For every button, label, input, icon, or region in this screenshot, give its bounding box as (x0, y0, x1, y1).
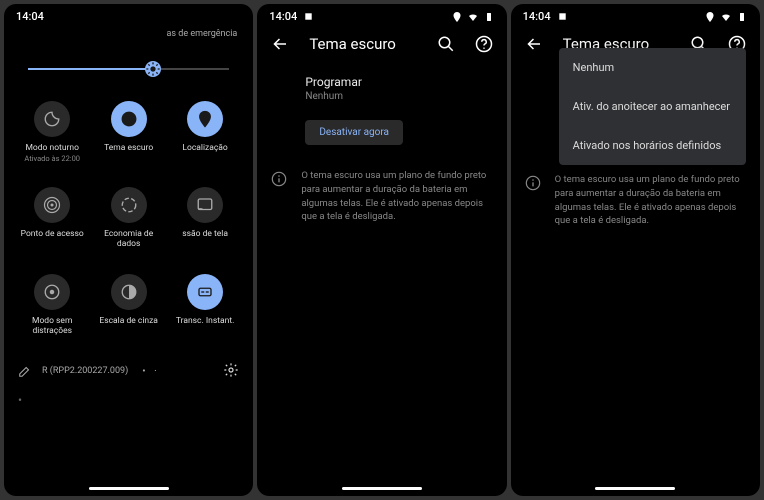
option-none[interactable]: Nenhum (559, 48, 746, 87)
tile-hotspot[interactable]: Ponto de acesso (16, 183, 88, 261)
schedule-dropdown: Nenhum Ativ. do anoitecer ao amanhecer A… (559, 48, 746, 165)
status-bar: 14:04 (4, 4, 253, 25)
back-icon[interactable] (271, 35, 289, 53)
edit-icon[interactable] (18, 364, 32, 378)
tile-data-saver[interactable]: Economia de dados (92, 183, 164, 261)
tile-grayscale[interactable]: Escala de cinza (92, 270, 164, 348)
screenshot-icon (557, 11, 568, 22)
quick-settings-grid: Modo noturno Ativado às 22:00 Tema escur… (4, 97, 253, 348)
info-text: O tema escuro usa um plano de fundo pret… (301, 169, 492, 224)
phone-dark-theme-settings: 14:04 Tema escuro Programar Nenhum Desat… (257, 4, 506, 496)
schedule-value: Nenhum (305, 91, 486, 102)
tile-focus-mode[interactable]: Modo sem distrações (16, 270, 88, 348)
data-saver-icon (120, 196, 138, 214)
tile-night-mode[interactable]: Modo noturno Ativado às 22:00 (16, 97, 88, 175)
phone-quick-settings: 14:04 as de emergência Modo noturno Ativ… (4, 4, 253, 496)
settings-gear[interactable] (223, 362, 239, 381)
nav-handle[interactable] (89, 487, 169, 490)
moon-icon (43, 110, 61, 128)
battery-icon (483, 11, 495, 23)
phone-dark-theme-dropdown: 14:04 Tema escuro Nenhum Ativ. do anoite… (511, 4, 760, 496)
help-icon[interactable] (475, 35, 493, 53)
info-row: O tema escuro usa um plano de fundo pret… (511, 159, 760, 238)
tile-dark-theme[interactable]: Tema escuro (92, 97, 164, 175)
build-label: R (RPP2.200227.009) (42, 366, 128, 376)
emergency-chip[interactable]: as de emergência (4, 25, 253, 47)
brightness-slider[interactable] (28, 59, 229, 79)
hotspot-icon (43, 196, 61, 214)
status-time: 14:04 (269, 10, 297, 23)
notification-dot: • (4, 389, 253, 411)
back-icon[interactable] (525, 35, 543, 53)
battery-icon (736, 11, 748, 23)
status-time: 14:04 (16, 10, 44, 23)
grayscale-icon (120, 283, 138, 301)
status-time: 14:04 (523, 10, 551, 23)
status-bar: 14:04 (511, 4, 760, 25)
location-status-icon (451, 11, 463, 23)
info-icon (271, 171, 287, 187)
info-text: O tema escuro usa um plano de fundo pret… (555, 173, 746, 228)
page-indicator[interactable]: • · (142, 366, 159, 377)
caption-icon (196, 283, 214, 301)
disable-now-button[interactable]: Desativar agora (305, 120, 403, 145)
screenshot-icon (303, 11, 314, 22)
search-icon[interactable] (437, 35, 455, 53)
focus-icon (43, 283, 61, 301)
option-sunset-sunrise[interactable]: Ativ. do anoitecer ao amanhecer (559, 87, 746, 126)
schedule-label: Programar (305, 75, 486, 89)
app-bar: Tema escuro (257, 25, 506, 63)
qs-footer: R (RPP2.200227.009) • · (4, 354, 253, 389)
gear-icon (223, 362, 239, 378)
tile-location[interactable]: Localização (169, 97, 241, 175)
nav-handle[interactable] (342, 487, 422, 490)
location-status-icon (704, 11, 716, 23)
option-custom-time[interactable]: Ativado nos horários definidos (559, 126, 746, 165)
info-row: O tema escuro usa um plano de fundo pret… (257, 155, 506, 234)
info-icon (525, 175, 541, 191)
nav-handle[interactable] (595, 487, 675, 490)
wifi-icon (720, 11, 732, 23)
tile-screen-cast[interactable]: ssão de tela (169, 183, 241, 261)
page-title: Tema escuro (309, 35, 416, 53)
location-icon (196, 110, 214, 128)
tile-live-caption[interactable]: Transc. Instant. (169, 270, 241, 348)
contrast-icon (120, 110, 138, 128)
wifi-icon (467, 11, 479, 23)
schedule-row[interactable]: Programar Nenhum (257, 63, 506, 112)
cast-icon (196, 196, 214, 214)
status-bar: 14:04 (257, 4, 506, 25)
brightness-thumb[interactable] (145, 61, 161, 77)
